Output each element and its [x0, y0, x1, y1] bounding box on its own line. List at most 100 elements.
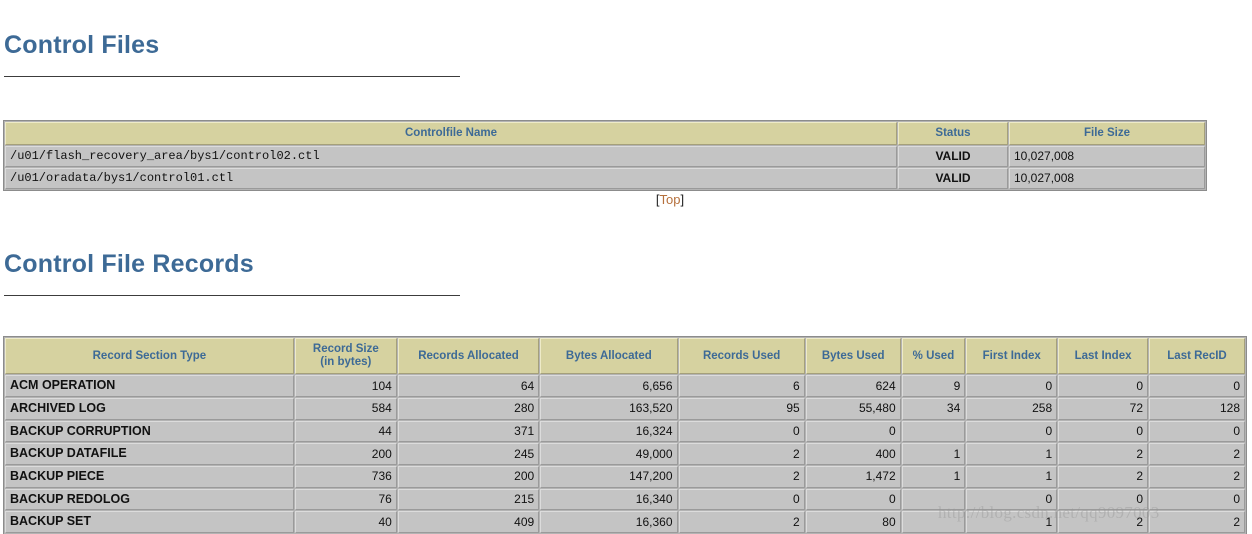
cell-records-allocated: 371: [397, 420, 540, 443]
control-file-records-section: Control File Records: [0, 250, 1252, 296]
cell-bytes-used: 1,472: [805, 465, 901, 488]
status-badge: VALID: [898, 168, 1008, 190]
controlfiles-table: Controlfile Name Status File Size /u01/f…: [3, 120, 1207, 192]
column-header-record-section-type: Record Section Type: [5, 338, 294, 375]
cell-bytes-used: 0: [805, 488, 901, 511]
cell-records-allocated: 409: [397, 511, 540, 533]
cell-bytes-used: 400: [805, 443, 901, 465]
cell-last-index: 2: [1058, 465, 1148, 488]
cell-record-section-type[interactable]: ACM OPERATION: [5, 375, 294, 398]
cell-record-size: 104: [294, 375, 397, 398]
cell-bytes-used: 624: [805, 375, 901, 398]
control-files-table-wrapper: Controlfile Name Status File Size /u01/f…: [3, 120, 1207, 192]
cell-last-index: 0: [1058, 420, 1148, 443]
cell-record-section-type[interactable]: BACKUP CORRUPTION: [5, 420, 294, 443]
control-file-records-table-wrapper: Record Section Type Record Size (in byte…: [3, 336, 1247, 534]
cell-pct-used: 9: [901, 375, 966, 398]
table-row: BACKUP DATAFILE 200 245 49,000 2 400 1 1 2 2: [5, 443, 1245, 465]
control-file-records-table: Record Section Type Record Size (in byte…: [3, 336, 1247, 534]
control-file-records-table-body: ACM OPERATION 104 64 6,656 6 624 9 0 0 0 ARCHIVED …: [5, 375, 1245, 534]
cell-record-section-type[interactable]: BACKUP DATAFILE: [5, 443, 294, 465]
page-title-control-files: Control Files: [4, 31, 160, 59]
cell-records-used: 6: [678, 375, 805, 398]
cell-first-index: 0: [966, 375, 1058, 398]
cell-first-index: 1: [966, 443, 1058, 465]
cell-first-index: 258: [966, 398, 1058, 420]
cell-last-index: 72: [1058, 398, 1148, 420]
table-row: BACKUP CORRUPTION 44 371 16,324 0 0 0 0 0: [5, 420, 1245, 443]
column-header-last-index: Last Index: [1058, 338, 1148, 375]
cell-bytes-allocated: 6,656: [540, 375, 678, 398]
cell-pct-used: 34: [901, 398, 966, 420]
page-title-control-file-records: Control File Records: [4, 250, 254, 278]
cell-bytes-allocated: 49,000: [540, 443, 678, 465]
cell-last-recid: 128: [1149, 398, 1245, 420]
cell-controlfile-name: /u01/flash_recovery_area/bys1/control02.…: [5, 146, 897, 168]
cell-last-recid: 0: [1149, 488, 1245, 511]
table-row: ACM OPERATION 104 64 6,656 6 624 9 0 0 0: [5, 375, 1245, 398]
cell-file-size: 10,027,008: [1009, 146, 1205, 168]
table-row: BACKUP PIECE 736 200 147,200 2 1,472 1 1 2 2: [5, 465, 1245, 488]
cell-records-used: 0: [678, 420, 805, 443]
cell-last-recid: 2: [1149, 511, 1245, 533]
cell-last-recid: 0: [1149, 420, 1245, 443]
cell-records-used: 2: [678, 511, 805, 533]
column-header-record-size: Record Size (in bytes): [294, 338, 397, 375]
cell-last-recid: 0: [1149, 375, 1245, 398]
table-header-row: Controlfile Name Status File Size: [5, 122, 1205, 146]
heading-divider-control-file-records: [4, 294, 460, 296]
cell-records-allocated: 200: [397, 465, 540, 488]
cell-record-size: 584: [294, 398, 397, 420]
cell-last-index: 2: [1058, 511, 1148, 533]
cell-bytes-allocated: 16,340: [540, 488, 678, 511]
cell-last-index: 0: [1058, 375, 1148, 398]
controlfiles-table-body: /u01/flash_recovery_area/bys1/control02.…: [5, 146, 1205, 190]
column-header-record-size-line1: Record Size: [312, 343, 379, 355]
column-header-records-used: Records Used: [678, 338, 805, 375]
cell-first-index: 0: [966, 488, 1058, 511]
cell-record-section-type[interactable]: BACKUP PIECE: [5, 465, 294, 488]
cell-file-size: 10,027,008: [1009, 168, 1205, 190]
cell-last-recid: 2: [1149, 443, 1245, 465]
control-files-section: Control Files: [0, 31, 1252, 77]
cell-pct-used: 1: [901, 465, 966, 488]
report-page: Control Files Controlfile Name Status Fi…: [0, 0, 1252, 534]
cell-last-index: 0: [1058, 488, 1148, 511]
cell-pct-used: [901, 420, 966, 443]
cell-bytes-allocated: 16,360: [540, 511, 678, 533]
cell-first-index: 1: [966, 511, 1058, 533]
column-header-last-recid: Last RecID: [1149, 338, 1245, 375]
cell-first-index: 0: [966, 420, 1058, 443]
cell-record-size: 200: [294, 443, 397, 465]
cell-pct-used: 1: [901, 443, 966, 465]
top-link-close-bracket: ]: [680, 192, 685, 207]
cell-records-used: 2: [678, 465, 805, 488]
cell-bytes-allocated: 163,520: [540, 398, 678, 420]
cell-last-recid: 2: [1149, 465, 1245, 488]
cell-bytes-used: 80: [805, 511, 901, 533]
cell-records-allocated: 64: [397, 375, 540, 398]
top-link-container: [Top]: [0, 192, 1252, 207]
cell-record-section-type[interactable]: BACKUP REDOLOG: [5, 488, 294, 511]
column-header-status: Status: [898, 122, 1008, 146]
table-row: /u01/flash_recovery_area/bys1/control02.…: [5, 146, 1205, 168]
cell-bytes-used: 55,480: [805, 398, 901, 420]
cell-last-index: 2: [1058, 443, 1148, 465]
cell-records-used: 95: [678, 398, 805, 420]
table-row: BACKUP REDOLOG 76 215 16,340 0 0 0 0 0: [5, 488, 1245, 511]
cell-record-section-type[interactable]: BACKUP SET: [5, 511, 294, 533]
cell-bytes-used: 0: [805, 420, 901, 443]
cell-record-section-type[interactable]: ARCHIVED LOG: [5, 398, 294, 420]
cell-record-size: 736: [294, 465, 397, 488]
cell-record-size: 76: [294, 488, 397, 511]
cell-records-allocated: 245: [397, 443, 540, 465]
cell-record-size: 40: [294, 511, 397, 533]
column-header-bytes-used: Bytes Used: [805, 338, 901, 375]
top-link[interactable]: Top: [660, 192, 681, 207]
cell-records-allocated: 280: [397, 398, 540, 420]
table-row: BACKUP SET 40 409 16,360 2 80 1 2 2: [5, 511, 1245, 533]
column-header-pct-used: % Used: [901, 338, 966, 375]
column-header-controlfile-name: Controlfile Name: [5, 122, 897, 146]
table-row: /u01/oradata/bys1/control01.ctl VALID 10…: [5, 168, 1205, 190]
table-row: ARCHIVED LOG 584 280 163,520 95 55,480 34 258 72…: [5, 398, 1245, 420]
